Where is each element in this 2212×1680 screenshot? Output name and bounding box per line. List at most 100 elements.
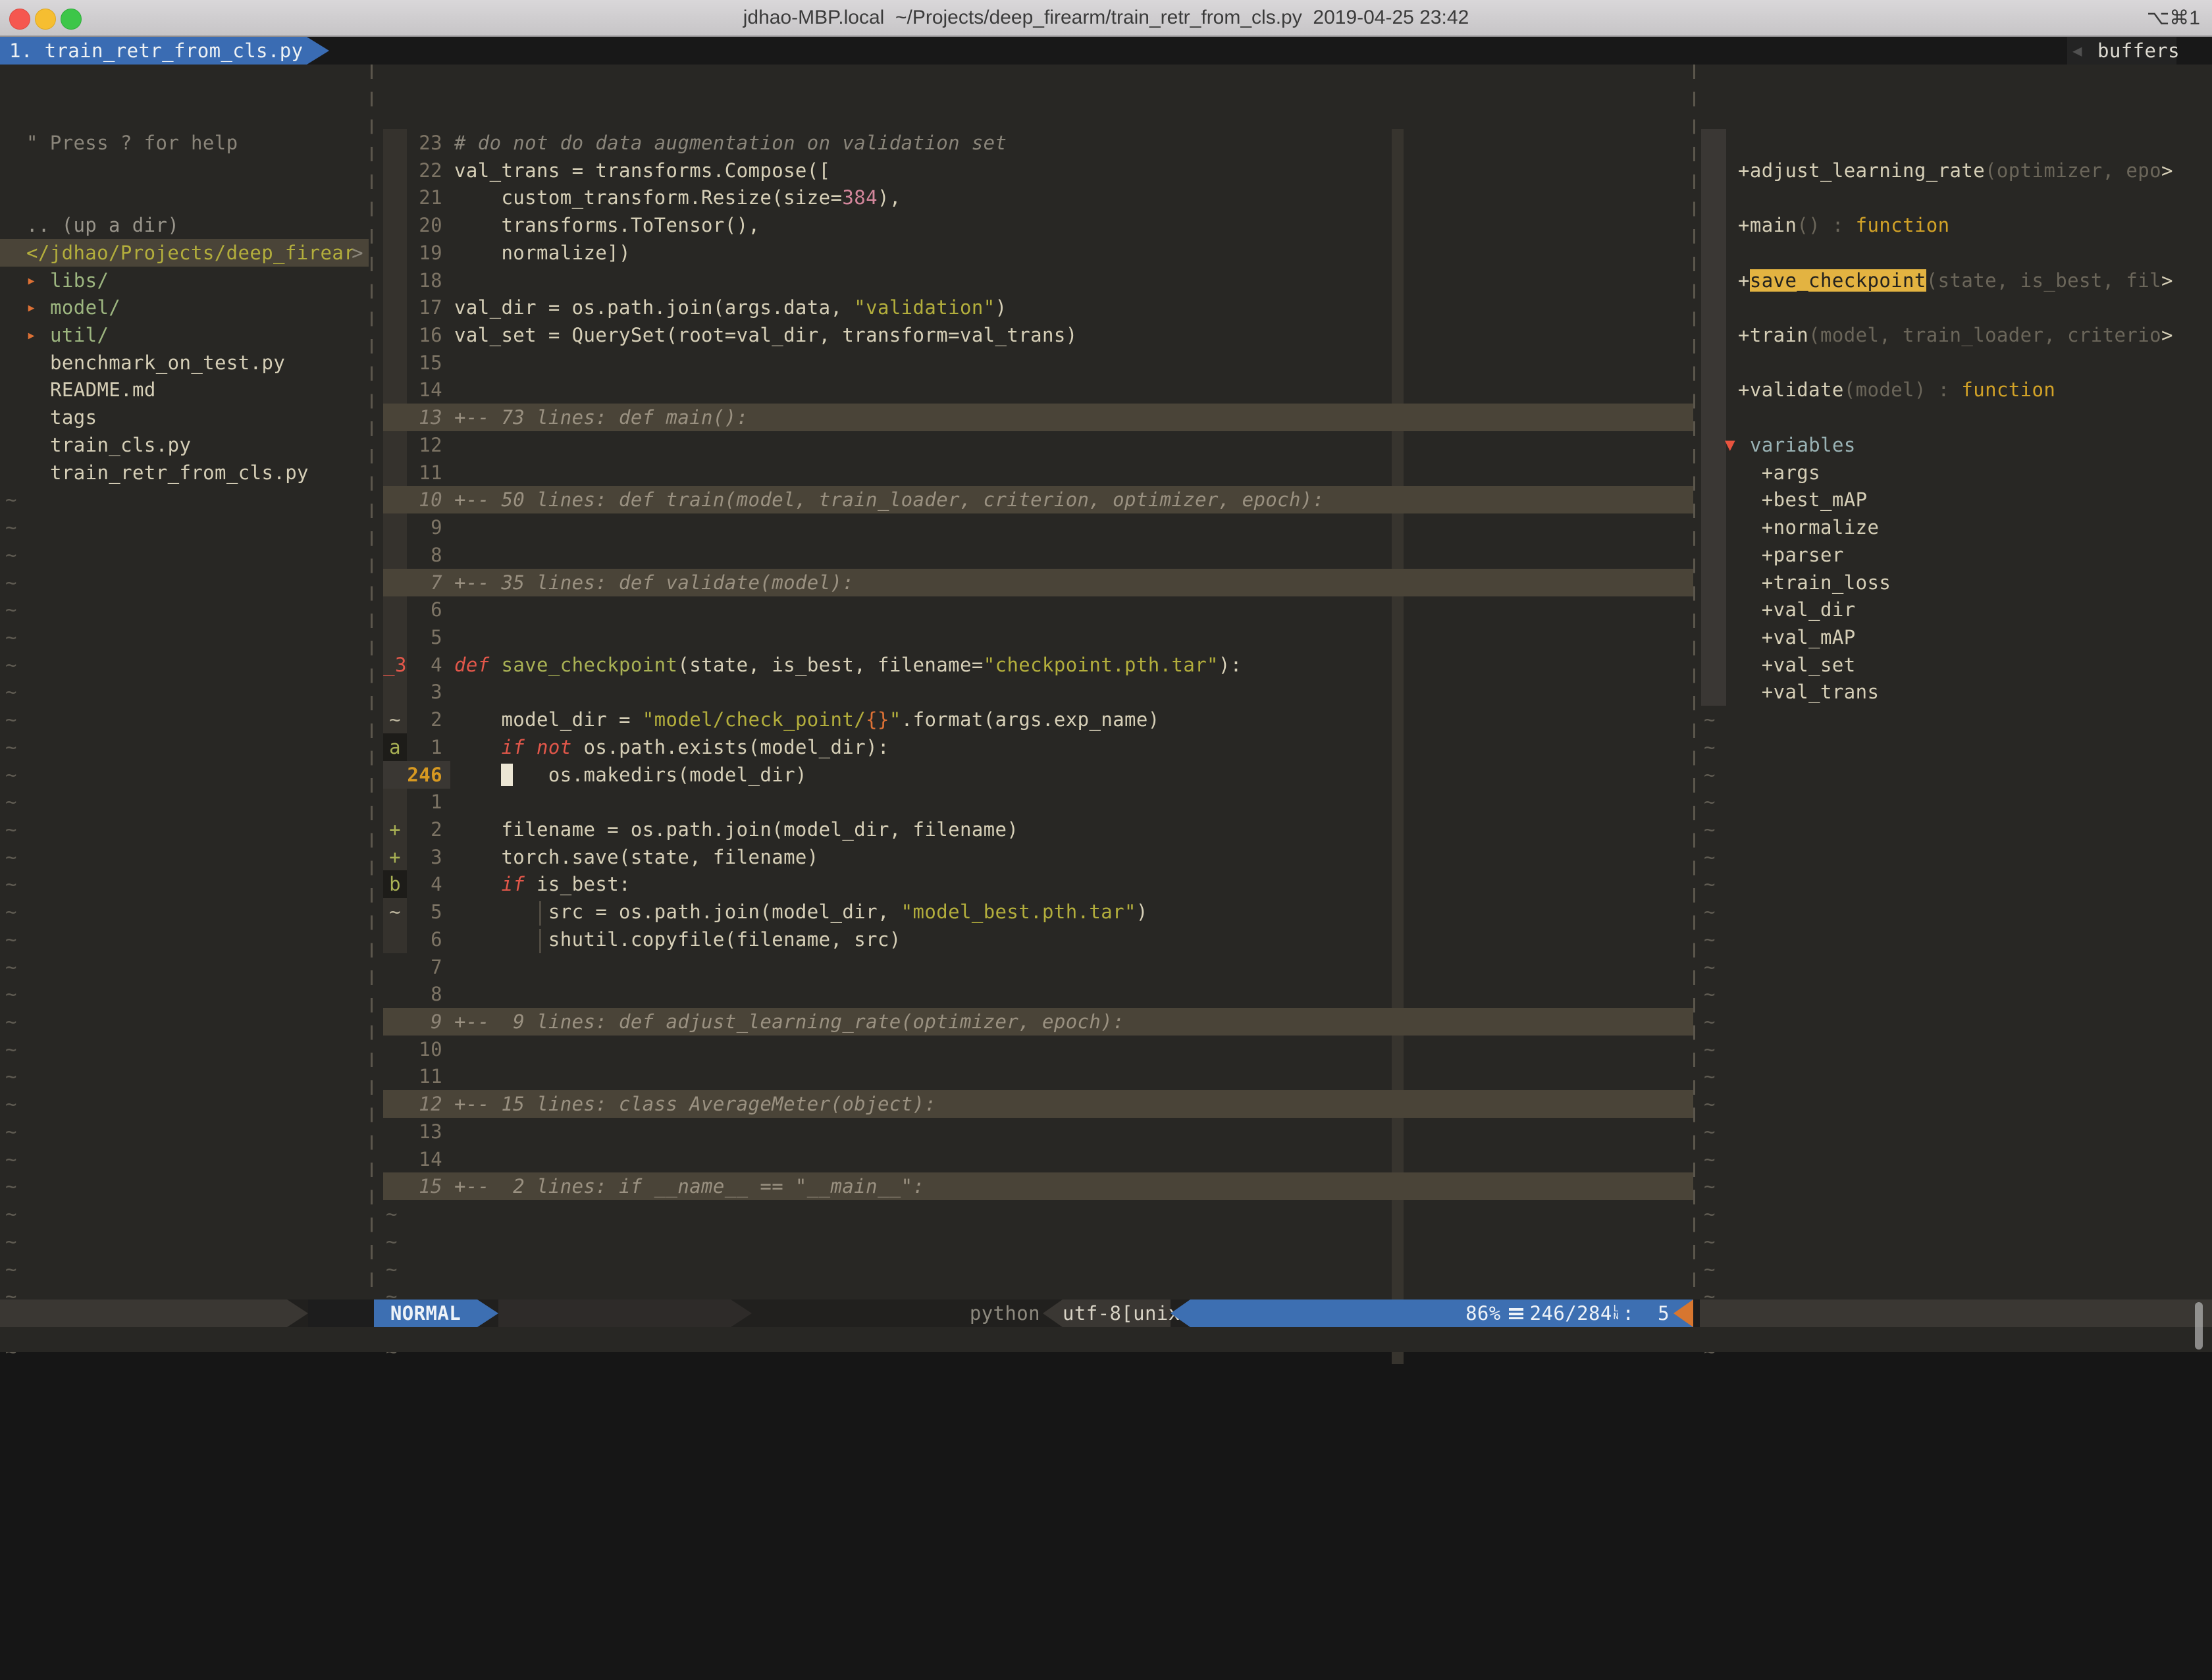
empty-line: ~: [5, 651, 17, 679]
code-line[interactable]: 5~ src = os.path.join(model_dir, "model_…: [383, 898, 1693, 926]
empty-line: ~: [5, 486, 17, 513]
terminal-scrollbar[interactable]: [2195, 1302, 2203, 1350]
empty-line: ~: [5, 870, 17, 898]
nerdtree-root-path[interactable]: </jdhao/Projects/deep_firear>: [0, 239, 369, 267]
code-line[interactable]: 11: [383, 459, 1693, 486]
code-line[interactable]: 14: [383, 1145, 1693, 1173]
code-line[interactable]: 18: [383, 267, 1693, 294]
lines-icon: [1509, 1308, 1523, 1319]
gutter-sign: b: [383, 870, 407, 898]
powerline-arrow-icon: [731, 1299, 752, 1327]
gutter-sign: _3: [383, 651, 407, 679]
code-line[interactable]: 19 normalize]): [383, 239, 1693, 267]
empty-line: ~: [5, 761, 17, 789]
code-line[interactable]: 4b if is_best:: [383, 870, 1693, 898]
gutter-sign: ~: [383, 898, 407, 926]
tab-arrow-shape: [307, 37, 329, 65]
window-shortcut-hint: ⌥⌘1: [2147, 7, 2200, 30]
folded-region[interactable]: 10+-- 50 lines: def train(model, train_l…: [383, 486, 1693, 513]
code-line[interactable]: 3: [383, 678, 1693, 706]
code-line[interactable]: 16val_set = QuerySet(root=val_dir, trans…: [383, 321, 1693, 349]
filetype-indicator: python: [948, 1299, 1040, 1327]
folded-region[interactable]: 12+-- 15 lines: class AverageMeter(objec…: [383, 1090, 1693, 1118]
gutter-sign: ~: [383, 706, 407, 733]
code-line[interactable]: 3+ torch.save(state, filename): [383, 843, 1693, 871]
code-line[interactable]: 15: [383, 349, 1693, 377]
code-line[interactable]: 22val_trans = transforms.Compose([: [383, 157, 1693, 184]
code-line[interactable]: 17val_dir = os.path.join(args.data, "val…: [383, 294, 1693, 321]
code-line[interactable]: 20 transforms.ToTensor(),: [383, 211, 1693, 239]
window-separator-left[interactable]: [371, 65, 373, 1299]
code-line[interactable]: 8: [383, 541, 1693, 569]
code-line[interactable]: 6: [383, 596, 1693, 623]
code-line[interactable]: 12: [383, 431, 1693, 459]
window-title: jdhao-MBP.local ~/Projects/deep_firearm/…: [0, 7, 2212, 29]
tagbar-statusline: [Name] train_retr_from_cls.py: [1700, 1299, 2212, 1327]
scroll-percent: 86%: [1465, 1299, 1501, 1327]
vim-tabline: 1. train_retr_from_cls.py ◀ buffers: [0, 37, 2212, 65]
empty-line: ~: [5, 1118, 17, 1145]
powerline-arrow-left-icon: [1043, 1299, 1063, 1327]
empty-line: ~: [5, 678, 17, 706]
empty-line: ~: [5, 569, 17, 596]
folded-region[interactable]: 13+-- 73 lines: def main():: [383, 404, 1693, 431]
code-line[interactable]: 6 shutil.copyfile(filename, src): [383, 926, 1693, 953]
column-value: 5: [1658, 1299, 1670, 1327]
window-separator-right[interactable]: [1693, 65, 1695, 1299]
code-line[interactable]: 2~ model_dir = "model/check_point/{}".fo…: [383, 706, 1693, 733]
code-line[interactable]: 7: [383, 953, 1693, 981]
tagbar-fold-column: [1701, 129, 1726, 706]
empty-line: ~: [5, 706, 17, 733]
code-line[interactable]: 14: [383, 376, 1693, 404]
empty-line: ~: [5, 1200, 17, 1228]
tab-train-retr-from-cls[interactable]: 1. train_retr_from_cls.py: [0, 37, 307, 65]
line-number-glyph-icon: LN: [1614, 1305, 1619, 1321]
folded-region[interactable]: 9+-- 9 lines: def adjust_learning_rate(o…: [383, 1008, 1693, 1036]
powerline-arrow-icon: [287, 1299, 308, 1327]
code-line[interactable]: 23# do not do data augmentation on valid…: [383, 129, 1693, 157]
code-line[interactable]: 5: [383, 623, 1693, 651]
dir-collapsed-icon[interactable]: ▸: [26, 321, 36, 349]
dir-collapsed-icon[interactable]: ▸: [26, 294, 36, 321]
colsep: :: [1623, 1299, 1635, 1327]
tagbar-outline-window[interactable]: +adjust_learning_rate(optimizer, epo>+ma…: [1698, 129, 2212, 1364]
fold-open-icon[interactable]: ▼: [1725, 431, 1735, 459]
airline-statusline: ~/Projects/deep_firearm NORMAL +8 ~3 -3m…: [0, 1299, 2212, 1327]
code-line[interactable]: 8: [383, 980, 1693, 1008]
code-line[interactable]: 21 custom_transform.Resize(size=384),: [383, 184, 1693, 211]
empty-line: ~: [5, 1063, 17, 1090]
empty-line: ~: [5, 953, 17, 981]
gutter-sign: a: [383, 733, 407, 761]
buffers-label: buffers: [2097, 37, 2180, 65]
vim-command-line[interactable]: [0, 1327, 2212, 1352]
code-line[interactable]: 1a if not os.path.exists(model_dir):: [383, 733, 1693, 761]
code-editor-window[interactable]: 23# do not do data augmentation on valid…: [383, 129, 1693, 1364]
empty-line: ~: [5, 898, 17, 926]
terminal-buffer-area: " Press ? for help .. (up a dir)</jdhao/P…: [0, 65, 2212, 1299]
empty-line: ~: [5, 596, 17, 623]
empty-line: ~: [5, 1008, 17, 1036]
nerdtree-help-hint: " Press ? for help: [26, 129, 238, 157]
code-line[interactable]: 4_3def save_checkpoint(state, is_best, f…: [383, 651, 1693, 679]
git-segment: +8 ~3 -3master: [498, 1299, 731, 1327]
code-line[interactable]: 1: [383, 788, 1693, 816]
statusline-filler: [308, 1299, 374, 1327]
folded-region[interactable]: 15+-- 2 lines: if __name__ == "__main__"…: [383, 1172, 1693, 1200]
gutter-sign: +: [383, 843, 407, 871]
powerline-arrow-icon: [477, 1299, 498, 1327]
code-line[interactable]: 9: [383, 513, 1693, 541]
cursor-line[interactable]: 246 os.makedirs(model_dir): [383, 761, 1693, 789]
code-line[interactable]: 10: [383, 1036, 1693, 1063]
position-segment: 86% 246/284LN: 5: [1190, 1299, 1693, 1327]
empty-line: ~: [5, 1228, 17, 1255]
nerdtree-file-explorer[interactable]: " Press ? for help .. (up a dir)</jdhao/P…: [0, 129, 369, 1364]
code-line[interactable]: 2+ filename = os.path.join(model_dir, fi…: [383, 816, 1693, 843]
code-line[interactable]: 11: [383, 1063, 1693, 1090]
dir-collapsed-icon[interactable]: ▸: [26, 267, 36, 294]
nerdtree-up-dir[interactable]: .. (up a dir): [26, 211, 179, 239]
macos-titlebar: jdhao-MBP.local ~/Projects/deep_firearm/…: [0, 0, 2212, 37]
folded-region[interactable]: 7+-- 35 lines: def validate(model):: [383, 569, 1693, 596]
code-line[interactable]: 13: [383, 1118, 1693, 1145]
column-number: [1634, 1299, 1658, 1327]
line-position: 246/284: [1530, 1299, 1612, 1327]
